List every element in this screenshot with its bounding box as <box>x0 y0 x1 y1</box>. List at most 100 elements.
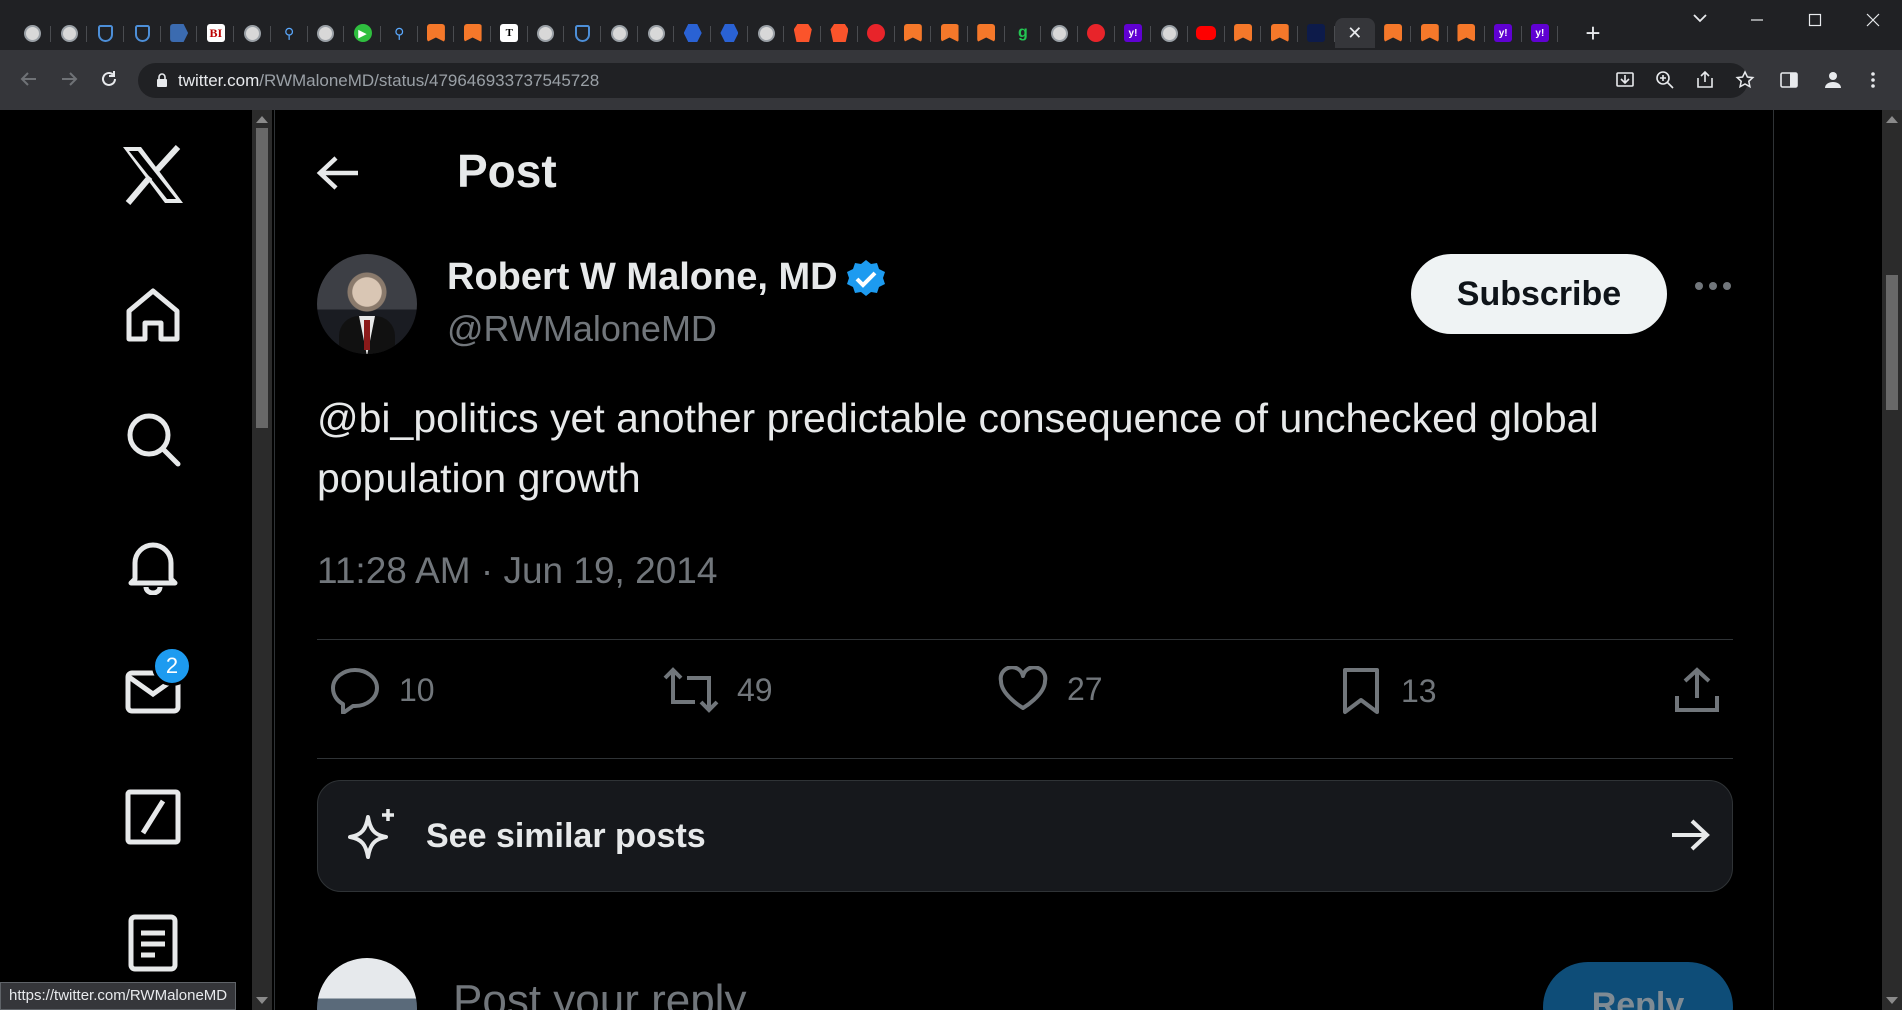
address-bar[interactable]: twitter.com/RWMaloneMD/status/4796469337… <box>138 63 1755 98</box>
browser-tab[interactable]: y! <box>1485 18 1522 48</box>
browser-menu-button[interactable] <box>1856 63 1890 97</box>
scrollbar-thumb[interactable] <box>1886 275 1898 410</box>
browser-tab[interactable]: y! <box>1522 18 1559 48</box>
bookmark-star-button[interactable] <box>1728 63 1762 97</box>
browser-tab[interactable] <box>87 18 124 48</box>
globe-icon <box>537 24 555 42</box>
verified-badge-icon <box>845 258 887 300</box>
author-handle[interactable]: @RWMaloneMD <box>447 308 717 350</box>
browser-tab[interactable] <box>1261 18 1298 48</box>
current-user-avatar[interactable] <box>317 958 417 1010</box>
browser-tab[interactable] <box>931 18 968 48</box>
browser-tab[interactable] <box>601 18 638 48</box>
scroll-up-arrow-icon[interactable] <box>1886 116 1898 123</box>
back-nav-button[interactable] <box>12 62 46 96</box>
browser-tab[interactable]: BI <box>197 18 234 48</box>
scroll-down-arrow-icon[interactable] <box>1886 997 1898 1004</box>
arrow-right-icon <box>1672 819 1710 851</box>
browser-tab[interactable] <box>528 18 565 48</box>
maximize-button[interactable] <box>1792 0 1838 40</box>
browser-tab[interactable] <box>638 18 675 48</box>
browser-tab[interactable] <box>1298 18 1335 48</box>
install-app-button[interactable] <box>1608 63 1642 97</box>
browser-tab[interactable] <box>564 18 601 48</box>
browser-tab[interactable] <box>858 18 895 48</box>
browser-tab[interactable] <box>674 18 711 48</box>
browser-tab[interactable]: ⚲ <box>381 18 418 48</box>
arrow-left-icon <box>316 156 358 190</box>
browser-tab[interactable] <box>51 18 88 48</box>
browser-tab[interactable] <box>1188 18 1225 48</box>
forward-nav-button[interactable] <box>52 62 86 96</box>
more-options-button[interactable] <box>1693 280 1733 292</box>
search-icon: ⚲ <box>394 24 405 41</box>
tab-search-button[interactable] <box>1688 6 1712 30</box>
browser-tab[interactable]: ▶ <box>344 18 381 48</box>
reply-button[interactable]: Reply <box>1543 962 1733 1010</box>
browser-tab[interactable] <box>14 18 51 48</box>
minimize-button[interactable] <box>1734 0 1780 40</box>
reload-button[interactable] <box>92 62 126 96</box>
repost-icon <box>663 667 719 713</box>
browser-tab[interactable] <box>1151 18 1188 48</box>
share-button[interactable] <box>1688 63 1722 97</box>
browser-tab[interactable] <box>234 18 271 48</box>
browser-tab[interactable] <box>1078 18 1115 48</box>
browser-tab[interactable] <box>895 18 932 48</box>
like-count: 27 <box>1067 670 1103 707</box>
browser-tab[interactable] <box>1041 18 1078 48</box>
zoom-button[interactable] <box>1648 63 1682 97</box>
side-panel-button[interactable] <box>1772 63 1806 97</box>
browser-tab[interactable]: T <box>491 18 528 48</box>
nav-explore[interactable] <box>120 406 186 472</box>
person-icon <box>1825 72 1841 88</box>
close-icon[interactable]: ✕ <box>1347 23 1362 44</box>
browser-tab[interactable] <box>418 18 455 48</box>
nav-grok[interactable] <box>120 784 186 850</box>
author-avatar[interactable] <box>317 254 417 354</box>
browser-tab[interactable]: ✕ <box>1334 18 1375 48</box>
close-window-button[interactable] <box>1850 0 1896 40</box>
browser-tab[interactable] <box>454 18 491 48</box>
profile-button[interactable] <box>1816 63 1850 97</box>
post-timestamp[interactable]: 11:28 AM · Jun 19, 2014 <box>317 550 717 592</box>
browser-tab[interactable] <box>968 18 1005 48</box>
nav-lists[interactable] <box>120 910 186 976</box>
like-action[interactable]: 27 <box>997 666 1103 712</box>
reply-action[interactable]: 10 <box>329 666 435 714</box>
author-name[interactable]: Robert W Malone, MD <box>447 256 838 299</box>
see-similar-posts-button[interactable]: See similar posts <box>317 780 1733 892</box>
browser-tab[interactable] <box>748 18 785 48</box>
nav-home[interactable] <box>120 282 186 348</box>
browser-tab[interactable] <box>1448 18 1485 48</box>
browser-tab[interactable] <box>784 18 821 48</box>
repost-action[interactable]: 49 <box>663 666 773 714</box>
nav-x-logo[interactable] <box>120 142 186 208</box>
bookmark-action[interactable]: 13 <box>1339 666 1437 716</box>
browser-tab[interactable]: g <box>1005 18 1042 48</box>
browser-tab[interactable] <box>1375 18 1412 48</box>
page-scrollbar[interactable] <box>1882 110 1902 1010</box>
nav-notifications[interactable] <box>120 532 186 598</box>
browser-tab[interactable] <box>308 18 345 48</box>
subscribe-button[interactable]: Subscribe <box>1411 254 1667 334</box>
browser-tab[interactable] <box>821 18 858 48</box>
browser-tab[interactable]: y! <box>1115 18 1152 48</box>
browser-tab[interactable] <box>1411 18 1448 48</box>
browser-tab[interactable]: ⚲ <box>271 18 308 48</box>
side-panel-icon <box>1780 72 1798 88</box>
share-action[interactable] <box>1673 666 1721 714</box>
new-tab-button[interactable]: + <box>1578 18 1608 48</box>
globe-icon <box>60 24 78 42</box>
browser-tab[interactable] <box>161 18 198 48</box>
browser-tab[interactable] <box>711 18 748 48</box>
reply-input[interactable]: Post your reply <box>453 976 746 1010</box>
brave-icon <box>830 24 849 42</box>
scroll-down-arrow-icon[interactable] <box>256 997 268 1004</box>
scroll-up-arrow-icon[interactable] <box>256 116 268 123</box>
sidebar-scrollbar[interactable] <box>252 110 272 1010</box>
browser-tab[interactable] <box>1225 18 1262 48</box>
back-button[interactable] <box>313 148 363 198</box>
browser-tab[interactable] <box>124 18 161 48</box>
scrollbar-thumb[interactable] <box>256 128 268 428</box>
